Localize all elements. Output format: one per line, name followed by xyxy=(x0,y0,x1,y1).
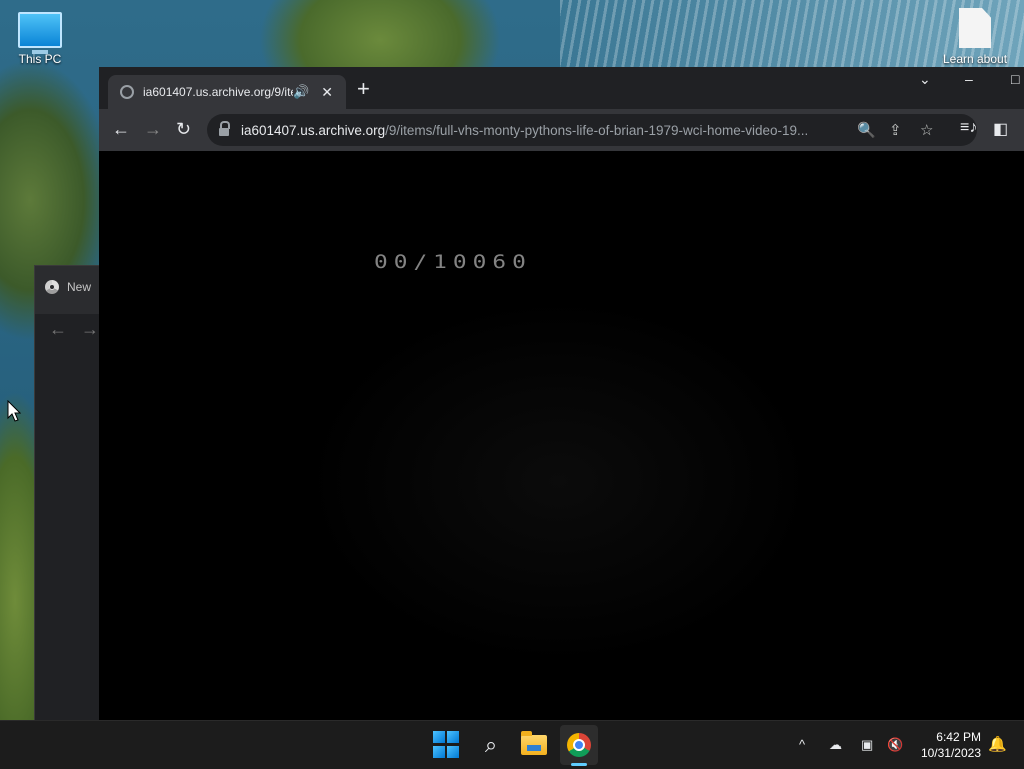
share-icon[interactable]: ⇪ xyxy=(889,121,902,139)
windows-logo-icon xyxy=(433,731,445,743)
address-bar[interactable]: ia601407.us.archive.org/9/items/full-vhs… xyxy=(207,114,977,146)
file-icon xyxy=(959,8,991,48)
network-icon[interactable]: ▣ xyxy=(861,737,873,753)
new-tab-button[interactable]: + xyxy=(357,78,370,100)
folder-icon xyxy=(521,731,547,755)
back-arrow-icon[interactable]: ← xyxy=(49,319,67,340)
forward-arrow-icon[interactable]: → xyxy=(81,319,99,340)
minimize-button[interactable]: – xyxy=(965,71,973,87)
background-browser-window[interactable]: New ← → xyxy=(34,265,106,720)
lock-icon[interactable] xyxy=(219,121,230,136)
chrome-icon xyxy=(45,280,59,294)
background-tab-label: New xyxy=(67,280,92,294)
search-icon[interactable]: ⌕ xyxy=(477,731,505,759)
back-button[interactable]: ← xyxy=(112,119,130,140)
globe-icon xyxy=(120,85,134,99)
onedrive-icon[interactable]: ☁ xyxy=(829,737,842,753)
monitor-icon xyxy=(18,12,62,54)
video-player[interactable]: 00/10060 xyxy=(99,151,1024,720)
file-explorer-button[interactable] xyxy=(521,731,549,759)
speaker-icon[interactable]: 🔊 xyxy=(293,84,309,100)
browser-toolbar: ← → ↻ ia601407.us.archive.org/9/items/fu… xyxy=(99,109,1024,151)
tab-search-chevron-icon[interactable]: ⌄ xyxy=(919,71,931,88)
forward-button[interactable]: → xyxy=(144,119,162,140)
side-panel-icon[interactable]: ◧ xyxy=(993,119,1008,139)
clock-time: 6:42 PM xyxy=(936,730,981,744)
chrome-icon xyxy=(567,733,591,757)
taskbar: ⌕ ^ ☁ ▣ 🔇 6:42 PM 10/31/2023 🔔 xyxy=(0,720,1024,769)
desktop-icon-label: Learn about xyxy=(942,52,1008,66)
bookmark-star-icon[interactable]: ☆ xyxy=(920,121,933,139)
url-host: ia601407.us.archive.org xyxy=(241,122,386,138)
active-indicator xyxy=(571,763,587,766)
background-tab[interactable]: New xyxy=(45,280,91,294)
url-text[interactable]: ia601407.us.archive.org/9/items/full-vhs… xyxy=(241,123,845,138)
volume-muted-icon[interactable]: 🔇 xyxy=(887,737,903,753)
background-nav: ← → xyxy=(35,314,105,344)
maximize-button[interactable]: □ xyxy=(1011,71,1019,87)
start-button[interactable] xyxy=(433,731,461,759)
tab-title: ia601407.us.archive.org/9/items/full-vhs… xyxy=(143,85,293,99)
clock-date: 10/31/2023 xyxy=(920,746,981,760)
browser-window: ia601407.us.archive.org/9/items/full-vhs… xyxy=(99,67,1024,720)
system-clock[interactable]: 6:42 PM 10/31/2023 xyxy=(915,729,981,761)
show-hidden-icons-chevron-icon[interactable]: ^ xyxy=(799,737,805,752)
desktop-icon-this-pc[interactable]: This PC xyxy=(5,12,75,66)
tab-active[interactable]: ia601407.us.archive.org/9/items/full-vhs… xyxy=(108,75,346,109)
chrome-taskbar-button[interactable] xyxy=(565,731,593,759)
media-controls-icon[interactable]: ≡♪ xyxy=(960,119,977,137)
reload-button[interactable]: ↻ xyxy=(176,119,191,140)
video-timecode-overlay: 00/10060 xyxy=(374,251,532,273)
background-tab-bar: New xyxy=(35,266,105,314)
tab-strip: ia601407.us.archive.org/9/items/full-vhs… xyxy=(99,67,1024,109)
close-tab-button[interactable]: ✕ xyxy=(321,84,333,101)
notification-bell-icon[interactable]: 🔔 xyxy=(988,735,1007,753)
url-path: /9/items/full-vhs-monty-pythons-life-of-… xyxy=(385,122,809,138)
desktop-icon-learn-about[interactable]: Learn about xyxy=(940,8,1010,66)
zoom-icon[interactable]: 🔍 xyxy=(857,121,876,139)
desktop-icon-label: This PC xyxy=(18,52,62,66)
